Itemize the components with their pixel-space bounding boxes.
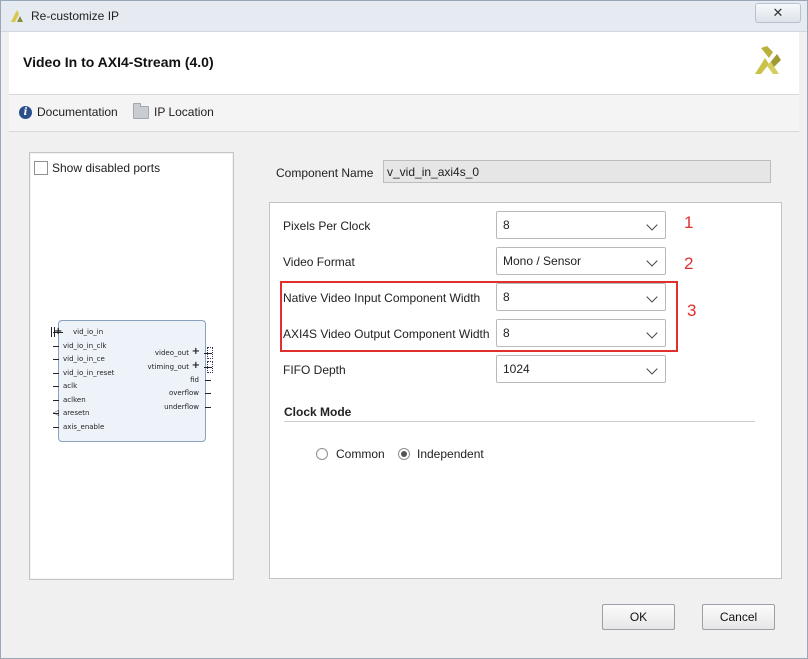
- port-underflow: underflow: [164, 403, 199, 411]
- ip-location-label: IP Location: [154, 105, 214, 119]
- video-format-select[interactable]: Mono / Sensor: [496, 247, 666, 275]
- vivado-app-icon: [11, 10, 23, 22]
- clock-mode-title: Clock Mode: [284, 405, 352, 419]
- show-disabled-ports-label: Show disabled ports: [52, 161, 161, 175]
- fifo-depth-value: 1024: [503, 362, 530, 376]
- ip-symbol-panel: Show disabled ports + vid_io_in vid_io_i…: [29, 152, 234, 580]
- native-video-input-width-value: 8: [503, 290, 510, 304]
- native-video-input-width-select[interactable]: 8: [496, 283, 666, 311]
- axi4s-output-width-label: AXI4S Video Output Component Width: [283, 327, 490, 341]
- chevron-down-icon: [646, 291, 658, 303]
- annotation-1: 1: [684, 213, 694, 232]
- xilinx-logo-icon: [755, 46, 781, 74]
- port-pin: [205, 407, 211, 408]
- video-format-value: Mono / Sensor: [503, 254, 582, 268]
- port-pin: [53, 373, 59, 374]
- pixels-per-clock-select[interactable]: 8: [496, 211, 666, 239]
- port-vtiming-out: vtiming_out: [147, 363, 189, 371]
- dialog-footer: OK Cancel: [9, 595, 799, 651]
- folder-icon: [133, 102, 149, 119]
- dialog-window: Re-customize IP ✕ Video In to AXI4-Strea…: [0, 0, 808, 659]
- port-fid: fid: [190, 376, 199, 384]
- pixels-per-clock-value: 8: [503, 218, 510, 232]
- component-name-field[interactable]: v_vid_in_axi4s_0: [383, 160, 771, 183]
- fifo-depth-select[interactable]: 1024: [496, 355, 666, 383]
- ip-symbol-block: + vid_io_in vid_io_in_clk vid_io_in_ce v…: [51, 320, 213, 442]
- port-pin: [53, 359, 59, 360]
- dialog-header: Video In to AXI4-Stream (4.0): [9, 32, 799, 95]
- port-pin: [205, 393, 211, 394]
- component-name-label: Component Name: [276, 166, 374, 180]
- documentation-menu[interactable]: i Documentation: [19, 105, 118, 119]
- annotation-3: 3: [687, 301, 697, 320]
- port-axis-enable: axis_enable: [63, 423, 105, 431]
- video-format-label: Video Format: [283, 255, 355, 269]
- ip-location-menu[interactable]: IP Location: [133, 102, 214, 119]
- port-aclken: aclken: [63, 396, 86, 404]
- bus-plus-icon: +: [191, 346, 200, 357]
- port-pin: [53, 386, 59, 387]
- clock-mode-independent-label: Independent: [417, 447, 484, 461]
- port-pin: [53, 346, 59, 347]
- chevron-down-icon: [646, 219, 658, 231]
- clock-mode-independent-radio[interactable]: [398, 448, 410, 460]
- port-aresetn: aresetn: [63, 409, 90, 417]
- divider: [284, 421, 755, 422]
- title-bar: Re-customize IP ✕: [1, 1, 807, 32]
- show-disabled-ports-checkbox[interactable]: [34, 161, 48, 175]
- close-button[interactable]: ✕: [755, 3, 801, 23]
- clock-mode-common-radio[interactable]: [316, 448, 328, 460]
- bus-plus-icon: +: [191, 360, 200, 371]
- bus-plus-icon: +: [54, 326, 63, 337]
- port-vid-io-in-ce: vid_io_in_ce: [63, 355, 105, 363]
- axi4s-output-width-select[interactable]: 8: [496, 319, 666, 347]
- annotation-2: 2: [684, 254, 694, 273]
- port-vid-io-in-reset: vid_io_in_reset: [63, 369, 115, 377]
- port-pin: [53, 427, 59, 428]
- ip-title: Video In to AXI4-Stream (4.0): [23, 54, 214, 70]
- port-overflow: overflow: [168, 389, 199, 397]
- bus-marker: [207, 347, 213, 359]
- axi4s-output-width-value: 8: [503, 326, 510, 340]
- inverted-input-icon: ◁: [53, 408, 60, 417]
- chevron-down-icon: [646, 363, 658, 375]
- port-pin: [53, 400, 59, 401]
- dialog-body: Show disabled ports + vid_io_in vid_io_i…: [9, 132, 799, 594]
- pixels-per-clock-label: Pixels Per Clock: [283, 219, 371, 233]
- cancel-button[interactable]: Cancel: [702, 604, 775, 630]
- toolbar: i Documentation IP Location: [9, 95, 799, 132]
- window-title: Re-customize IP: [31, 9, 120, 23]
- port-video-out: video_out: [154, 349, 189, 357]
- native-video-input-width-label: Native Video Input Component Width: [283, 291, 481, 305]
- port-vid-io-in: vid_io_in: [73, 328, 104, 336]
- bus-marker: [207, 361, 213, 373]
- chevron-down-icon: [646, 255, 658, 267]
- fifo-depth-label: FIFO Depth: [283, 363, 346, 377]
- ok-button[interactable]: OK: [602, 604, 675, 630]
- documentation-label: Documentation: [37, 105, 118, 119]
- port-pin: [205, 380, 211, 381]
- chevron-down-icon: [646, 327, 658, 339]
- info-icon: i: [19, 105, 32, 119]
- port-vid-io-in-clk: vid_io_in_clk: [63, 342, 107, 350]
- port-aclk: aclk: [63, 382, 78, 390]
- bus-marker: [51, 327, 55, 337]
- clock-mode-common-label: Common: [336, 447, 385, 461]
